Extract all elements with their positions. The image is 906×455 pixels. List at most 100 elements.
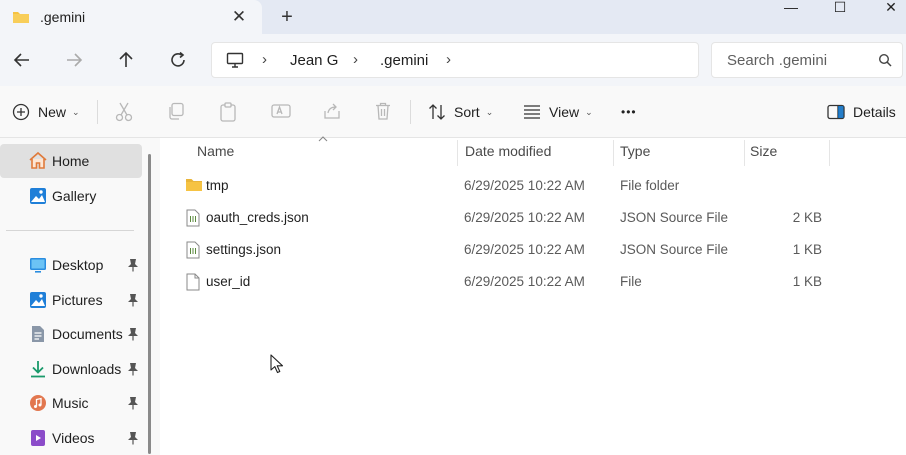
column-header-type[interactable]: Type [620, 143, 650, 159]
file-row-settings[interactable]: settings.json 6/29/2025 10:22 AM JSON So… [180, 235, 840, 265]
breadcrumb-gemini[interactable]: .gemini [380, 52, 428, 69]
more-options-icon[interactable]: ••• [621, 100, 637, 124]
sidebar-item-label: Music [52, 395, 89, 411]
sidebar-item-pictures[interactable]: Pictures [0, 283, 142, 317]
breadcrumb-separator[interactable]: › [446, 51, 451, 68]
sidebar-item-videos[interactable]: Videos [0, 421, 142, 455]
share-icon[interactable] [323, 102, 341, 123]
this-pc-icon[interactable] [226, 52, 244, 71]
json-file-icon [185, 241, 201, 262]
breadcrumb-separator[interactable]: › [262, 51, 267, 68]
divider [97, 100, 98, 124]
sort-button[interactable]: Sort ⌄ [428, 100, 493, 124]
address-row: › Jean G › .gemini › Search .gemini [0, 34, 906, 86]
tab-title: .gemini [40, 9, 86, 25]
file-type: JSON Source File [620, 210, 729, 225]
chevron-down-icon: ⌄ [485, 106, 494, 117]
pin-icon[interactable] [127, 327, 139, 341]
view-button[interactable]: View ⌄ [523, 100, 593, 124]
music-icon [28, 393, 48, 413]
copy-icon[interactable] [167, 102, 185, 123]
file-type: File folder [620, 178, 680, 193]
pin-icon[interactable] [127, 258, 139, 272]
pin-icon[interactable] [127, 362, 139, 376]
column-header-date-modified[interactable]: Date modified [465, 143, 551, 159]
pin-icon[interactable] [127, 293, 139, 307]
file-type: File [620, 274, 642, 289]
documents-icon [28, 324, 48, 344]
chevron-down-icon: ⌄ [585, 106, 593, 117]
column-divider[interactable] [613, 140, 614, 166]
column-divider[interactable] [829, 140, 830, 166]
sidebar-scrollbar[interactable] [148, 154, 151, 454]
breadcrumb-jean-g[interactable]: Jean G [290, 52, 338, 69]
file-date: 6/29/2025 10:22 AM [464, 210, 585, 225]
refresh-button[interactable] [166, 48, 190, 72]
breadcrumb-separator[interactable]: › [353, 51, 358, 68]
file-size: 1 KB [792, 242, 822, 257]
file-date: 6/29/2025 10:22 AM [464, 178, 585, 193]
sidebar-item-downloads[interactable]: Downloads [0, 352, 142, 386]
tab-gemini[interactable]: .gemini ✕ [0, 0, 262, 34]
sidebar-item-desktop[interactable]: Desktop [0, 248, 142, 282]
new-label: New [38, 104, 67, 120]
sort-ascending-icon [318, 134, 328, 145]
chevron-down-icon: ⌄ [72, 106, 80, 117]
column-divider[interactable] [457, 140, 458, 166]
pin-icon[interactable] [127, 431, 139, 445]
new-tab-button[interactable]: + [277, 6, 297, 28]
close-window-button[interactable]: ✕ [876, 0, 906, 14]
file-row-user-id[interactable]: user_id 6/29/2025 10:22 AM File 1 KB [180, 267, 840, 297]
file-size: 2 KB [792, 210, 822, 225]
new-button[interactable]: New ⌄ [12, 100, 80, 124]
json-file-icon [185, 209, 201, 230]
file-date: 6/29/2025 10:22 AM [464, 242, 585, 257]
title-bar: .gemini ✕ + — ☐ ✕ [0, 0, 906, 34]
file-date: 6/29/2025 10:22 AM [464, 274, 585, 289]
sidebar-item-home[interactable]: Home [0, 144, 142, 178]
file-icon [185, 273, 201, 294]
column-header-name[interactable]: Name [197, 143, 234, 159]
file-row-oauth-creds[interactable]: oauth_creds.json 6/29/2025 10:22 AM JSON… [180, 203, 840, 233]
folder-icon [185, 177, 203, 196]
up-button[interactable] [114, 48, 138, 72]
gallery-icon [28, 186, 48, 206]
search-icon[interactable] [878, 53, 892, 70]
search-input[interactable]: Search .gemini [727, 52, 827, 69]
column-header-size[interactable]: Size [750, 143, 777, 159]
sidebar-item-music[interactable]: Music [0, 386, 142, 420]
sidebar-item-label: Home [52, 153, 90, 169]
details-button[interactable]: Details [827, 100, 896, 124]
rename-icon[interactable] [271, 102, 291, 123]
videos-icon [28, 428, 48, 448]
maximize-button[interactable]: ☐ [825, 0, 855, 14]
folder-icon [12, 10, 30, 27]
sidebar-item-documents[interactable]: Documents [0, 317, 142, 351]
details-label: Details [853, 104, 896, 120]
sidebar-item-label: Documents [52, 326, 123, 342]
minimize-button[interactable]: — [776, 0, 806, 14]
column-divider[interactable] [744, 140, 745, 166]
arrow-left-icon [13, 53, 29, 67]
pin-icon[interactable] [127, 396, 139, 410]
navigation-pane: Home Gallery Desktop Pictures Documents [0, 138, 160, 455]
file-name: user_id [206, 274, 251, 289]
desktop-icon [28, 255, 48, 275]
delete-icon[interactable] [375, 102, 391, 123]
file-type: JSON Source File [620, 242, 729, 257]
sidebar-item-gallery[interactable]: Gallery [0, 179, 142, 213]
paste-icon[interactable] [219, 102, 237, 125]
file-name: tmp [206, 178, 229, 193]
pictures-icon [28, 290, 48, 310]
sort-icon [429, 104, 445, 120]
cut-icon[interactable] [115, 102, 133, 125]
forward-button[interactable] [62, 48, 86, 72]
sidebar-item-label: Videos [52, 430, 95, 446]
search-box[interactable]: Search .gemini [711, 42, 903, 78]
file-row-tmp[interactable]: tmp 6/29/2025 10:22 AM File folder [180, 171, 840, 201]
tab-close-icon[interactable]: ✕ [229, 7, 249, 27]
address-bar[interactable]: › Jean G › .gemini › [211, 42, 699, 78]
back-button[interactable] [10, 48, 34, 72]
view-label: View [549, 104, 580, 120]
sidebar-item-label: Downloads [52, 361, 122, 377]
